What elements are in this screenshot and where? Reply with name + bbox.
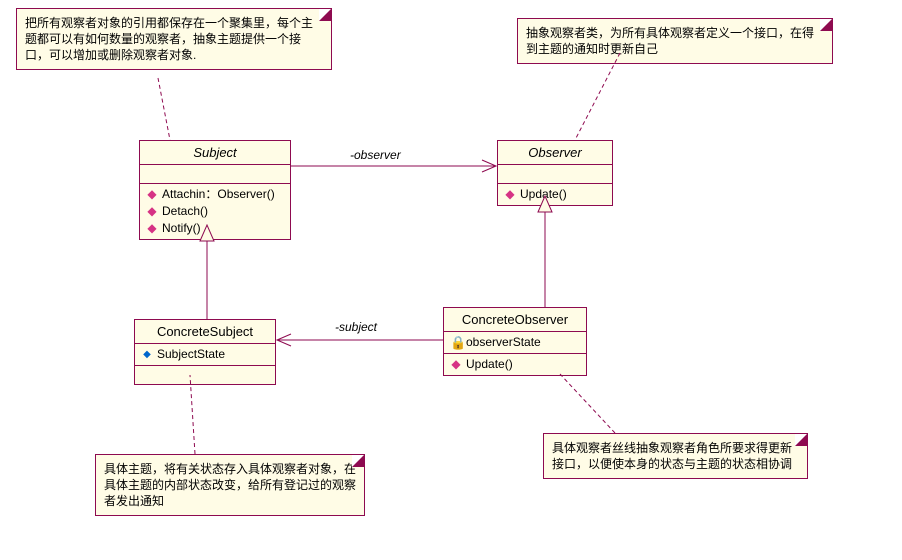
op-row: ◆Detach(): [146, 203, 284, 220]
class-observer: Observer ◆Update(): [497, 140, 613, 206]
class-concrete-observer: ConcreteObserver 🔒observerState ◆Update(…: [443, 307, 587, 376]
attr-section: [140, 165, 290, 184]
attr-section: ◆SubjectState: [135, 344, 275, 366]
op-row: ◆Attachin：Observer(): [146, 186, 284, 203]
attr-section: 🔒observerState: [444, 332, 586, 354]
class-title: Observer: [498, 141, 612, 165]
note-text: 具体观察者丝线抽象观察者角色所要求得更新接口，以便使本身的状态与主题的状态相协调: [552, 441, 792, 471]
assoc-subject-label: -subject: [335, 320, 377, 334]
diamond-icon: ◆: [146, 221, 158, 236]
note-observer: 抽象观察者类，为所有具体观察者定义一个接口，在得到主题的通知时更新自己: [517, 18, 833, 64]
op-row: ◆Update(): [450, 356, 580, 373]
class-subject: Subject ◆Attachin：Observer() ◆Detach() ◆…: [139, 140, 291, 240]
class-title: Subject: [140, 141, 290, 165]
class-title: ConcreteSubject: [135, 320, 275, 344]
op-section: ◆Attachin：Observer() ◆Detach() ◆Notify(): [140, 184, 290, 239]
op-section: ◆Update(): [444, 354, 586, 375]
lock-icon: 🔒: [450, 335, 462, 350]
diamond-icon: ◆: [146, 187, 158, 202]
note-concrete-subject: 具体主题，将有关状态存入具体观察者对象，在具体主题的内部状态改变，给所有登记过的…: [95, 454, 365, 516]
attr-row: 🔒observerState: [450, 334, 580, 351]
op-row: ◆Update(): [504, 186, 606, 203]
diamond-icon: ◆: [504, 187, 516, 202]
op-section: ◆Update(): [498, 184, 612, 205]
attr-section: [498, 165, 612, 184]
diamond-icon: ◆: [141, 347, 153, 362]
diamond-icon: ◆: [146, 204, 158, 219]
attr-row: ◆SubjectState: [141, 346, 269, 363]
note-concrete-observer: 具体观察者丝线抽象观察者角色所要求得更新接口，以便使本身的状态与主题的状态相协调: [543, 433, 808, 479]
note-text: 把所有观察者对象的引用都保存在一个聚集里，每个主题都可以有如何数量的观察者，抽象…: [25, 16, 313, 62]
assoc-observer-label: -observer: [350, 148, 401, 162]
op-row: ◆Notify(): [146, 220, 284, 237]
class-concrete-subject: ConcreteSubject ◆SubjectState: [134, 319, 276, 385]
note-text: 具体主题，将有关状态存入具体观察者对象，在具体主题的内部状态改变，给所有登记过的…: [104, 462, 356, 508]
note-subject: 把所有观察者对象的引用都保存在一个聚集里，每个主题都可以有如何数量的观察者，抽象…: [16, 8, 332, 70]
note-text: 抽象观察者类，为所有具体观察者定义一个接口，在得到主题的通知时更新自己: [526, 26, 814, 56]
class-title: ConcreteObserver: [444, 308, 586, 332]
op-section: [135, 366, 275, 384]
diamond-icon: ◆: [450, 357, 462, 372]
